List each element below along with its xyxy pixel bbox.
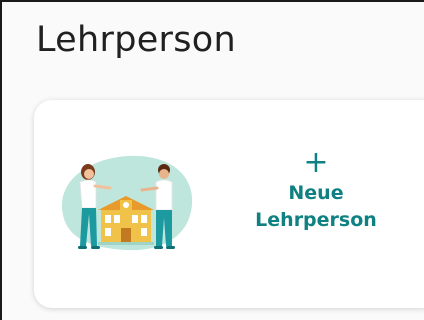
page-title: Lehrperson — [36, 20, 236, 60]
add-teacher-label: Neue Lehrperson — [255, 182, 377, 231]
new-teacher-card[interactable]: + Neue Lehrperson — [34, 100, 424, 308]
plus-icon: + — [303, 145, 329, 180]
teachers-school-illustration-icon — [61, 155, 193, 251]
add-teacher-button[interactable]: + Neue Lehrperson — [230, 148, 402, 248]
page-frame: Lehrperson + Neue Lehrperson — [0, 0, 424, 320]
